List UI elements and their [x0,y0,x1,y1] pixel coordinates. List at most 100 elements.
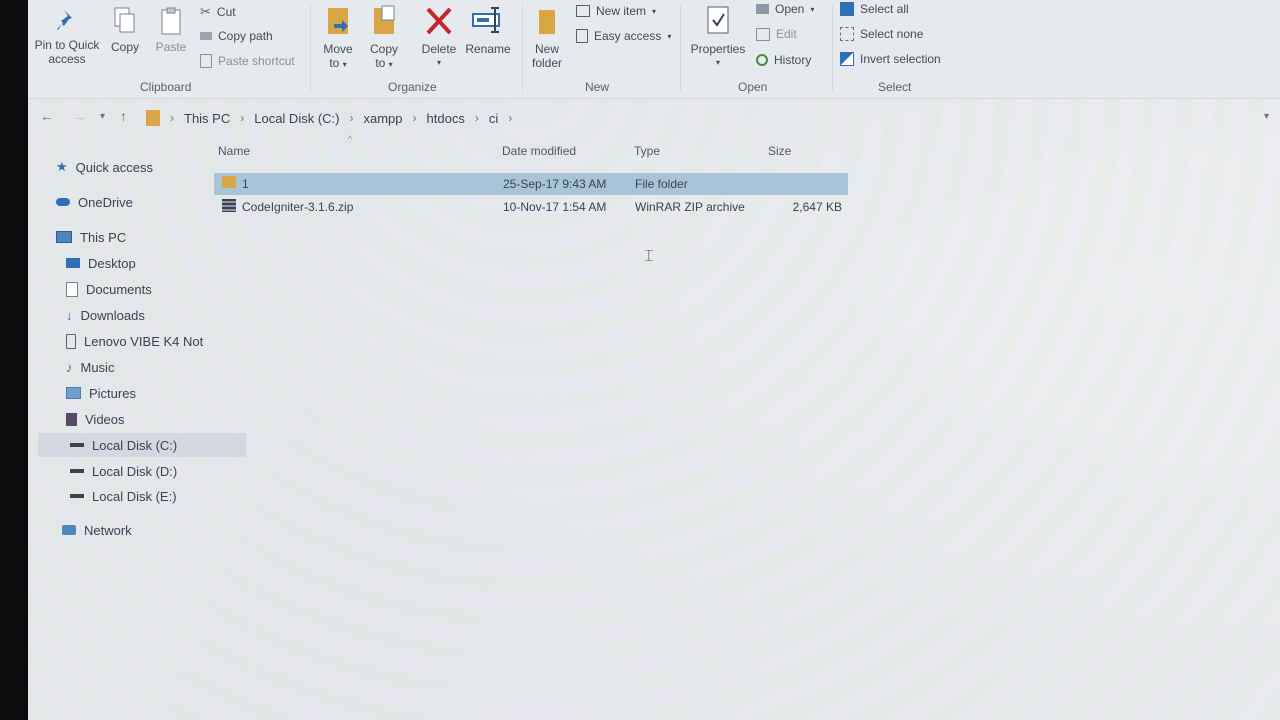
file-date: 10-Nov-17 1:54 AM [503,200,607,214]
new-item-button[interactable]: New item ▾ [576,4,656,18]
pin-label: Pin to Quick access [34,38,100,66]
rename-icon [472,7,500,33]
recent-locations-chevron-icon[interactable]: ▾ [100,111,105,122]
nav-item-network[interactable]: Network [38,518,238,542]
breadcrumb-this-pc[interactable]: This PC [184,111,230,126]
select-none-button[interactable]: Select none [840,27,923,41]
new-folder-label: New folder [531,42,563,70]
ribbon: Pin to Quick access Copy Paste ✂ Cut Cop… [28,0,1280,99]
copy-path-button[interactable]: Copy path [200,29,273,43]
paste-shortcut-label: Paste shortcut [218,54,295,68]
edit-label: Edit [776,27,797,41]
nav-item-pictures[interactable]: Pictures [38,381,242,405]
open-group-label: Open [738,80,768,94]
column-header-name[interactable]: Name [218,144,250,158]
chevron-right-icon: › [412,111,417,125]
download-icon: ↓ [66,307,73,323]
breadcrumb-ci[interactable]: ci [489,111,498,126]
file-row-folder-1[interactable]: 1 25-Sep-17 9:43 AM File folder [214,173,848,195]
file-name: 1 [242,177,249,191]
select-group-label: Select [878,80,912,94]
nav-item-label: Music [80,359,115,375]
star-icon: ★ [56,159,68,174]
open-label: Open [775,2,805,16]
address-bar-row: ← → ▾ ↑ › This PC › Local Disk (C:) › xa… [28,100,1280,134]
copy-icon [114,7,135,33]
paste-shortcut-button[interactable]: Paste shortcut [200,54,295,68]
copy-label: Copy [110,40,139,54]
delete-icon [426,7,452,35]
nav-item-lenovo-phone[interactable]: Lenovo VIBE K4 Not [38,329,242,353]
properties-button[interactable]: Properties ▾ [686,4,750,70]
move-to-button[interactable]: Move to ▾ [318,4,358,72]
address-dropdown-chevron-icon[interactable]: ▾ [1264,111,1269,122]
chevron-down-icon: ▾ [388,60,393,69]
chevron-right-icon: › [240,111,245,125]
document-icon [66,281,78,297]
open-icon [756,4,769,14]
nav-item-onedrive[interactable]: OneDrive [38,190,232,214]
copy-button[interactable]: Copy [106,6,144,54]
file-size: 2,647 KB [792,200,842,214]
delete-label: Delete [421,42,457,56]
chevron-down-icon: ▾ [652,6,657,16]
column-header-date-modified[interactable]: Date modified [502,144,576,158]
zip-archive-icon [222,199,236,215]
nav-item-music[interactable]: ♪ Music [38,355,242,379]
move-to-icon [328,8,348,34]
forward-arrow-icon[interactable]: → [72,108,86,124]
chevron-down-icon: ▾ [715,58,720,67]
breadcrumb-xampp[interactable]: xampp [363,111,402,126]
breadcrumb[interactable]: › This PC › Local Disk (C:) › xampp › ht… [146,108,1266,128]
new-folder-button[interactable]: New folder [528,4,566,70]
nav-item-label: Local Disk (D:) [92,463,178,479]
up-arrow-icon[interactable]: ↑ [120,108,127,124]
delete-button[interactable]: Delete ▾ [418,4,460,70]
column-header-type[interactable]: Type [634,144,660,158]
easy-access-label: Easy access [594,29,662,43]
open-button[interactable]: Open ▾ [756,2,814,16]
folder-icon [222,176,236,191]
nav-item-label: Videos [85,411,125,427]
select-all-button[interactable]: Select all [840,2,909,16]
column-header-size[interactable]: Size [768,144,791,158]
nav-item-this-pc[interactable]: This PC [38,225,232,249]
ribbon-separator [832,4,833,92]
nav-item-label: Pictures [89,385,136,401]
chevron-right-icon: › [474,111,479,125]
navigation-pane: ★ Quick access OneDrive This PC Desktop … [38,150,246,550]
back-arrow-icon[interactable]: ← [40,108,54,124]
breadcrumb-local-disk-c[interactable]: Local Disk (C:) [254,111,339,126]
rename-button[interactable]: Rename [464,4,512,56]
ribbon-separator [310,4,311,92]
file-type: WinRAR ZIP archive [635,200,745,214]
nav-item-videos[interactable]: Videos [38,407,242,431]
pin-to-quick-access-button[interactable]: Pin to Quick access [34,8,100,66]
edit-button[interactable]: Edit [756,27,797,41]
nav-item-quick-access[interactable]: ★ Quick access [38,155,232,179]
invert-selection-button[interactable]: Invert selection [840,52,941,66]
folder-icon [146,110,160,126]
clipboard-group-label: Clipboard [140,80,192,94]
file-row-codeigniter-zip[interactable]: CodeIgniter-3.1.6.zip 10-Nov-17 1:54 AM … [214,196,848,218]
nav-item-desktop[interactable]: Desktop [38,251,242,275]
copy-to-button[interactable]: Copy to ▾ [364,4,404,72]
network-icon [62,525,76,535]
ribbon-separator [522,4,523,92]
nav-item-label: Desktop [88,255,136,271]
new-folder-icon [539,10,555,34]
breadcrumb-htdocs[interactable]: htdocs [427,111,465,126]
paste-button[interactable]: Paste [152,6,190,54]
video-icon [66,412,77,426]
chevron-down-icon: ▾ [342,60,347,69]
history-icon [756,54,768,66]
desktop-icon [66,258,80,268]
history-button[interactable]: History [756,53,811,67]
nav-item-documents[interactable]: Documents [38,277,242,301]
nav-item-downloads[interactable]: ↓ Downloads [38,303,242,327]
drive-icon [70,469,84,473]
cut-button[interactable]: ✂ Cut [200,4,236,20]
easy-access-button[interactable]: Easy access ▾ [576,29,671,43]
chevron-down-icon: ▾ [810,4,815,14]
invert-selection-label: Invert selection [860,52,941,66]
